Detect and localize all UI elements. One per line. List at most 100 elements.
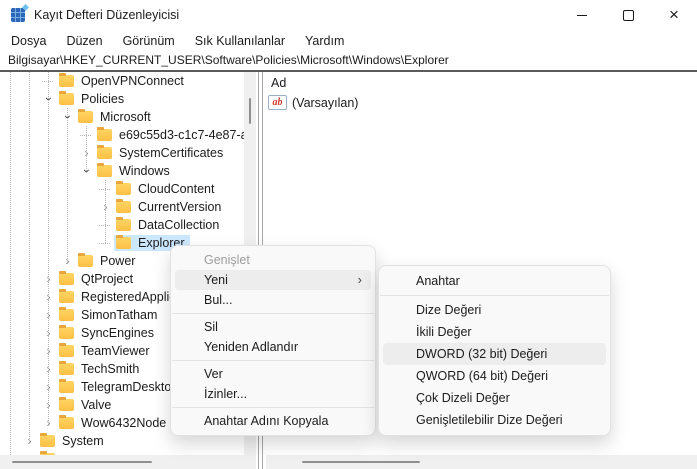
column-header-name[interactable]: Ad [266,72,697,93]
menu-item-label: Genişlet [204,253,250,267]
menu-separator [380,295,609,296]
tree-item-policies[interactable]: Policies [0,90,244,108]
window-title: Kayıt Defteri Düzenleyicisi [34,8,179,22]
tree-item-currentversion[interactable]: CurrentVersion [0,198,244,216]
tree-item-cloudcontent[interactable]: CloudContent [0,180,244,198]
menu-item-label: Bul... [204,293,233,307]
context-menu-item-sil[interactable]: Sil [175,317,371,337]
context-menu-item-yeni[interactable]: Yeni [175,270,371,290]
tree-item-label: DataCollection [136,218,221,232]
menubar-item-gorunum[interactable]: Görünüm [113,32,185,50]
regedit-window: Kayıt Defteri Düzenleyicisi DosyaDüzenGö… [0,0,697,469]
menubar-item-duzen[interactable]: Düzen [56,32,112,50]
folder-icon [59,93,74,105]
submenu-item-dword-32-bit-degeri[interactable]: DWORD (32 bit) Değeri [383,343,606,365]
menu-item-label: Ver [204,367,223,381]
tree-item-datacollection[interactable]: DataCollection [0,216,244,234]
tree-item-label: OpenVPNConnect [79,74,186,88]
submenu-item-ikili-deger[interactable]: İkili Değer [383,321,606,343]
tree-item-label: CurrentVersion [136,200,223,214]
tree-item-label: SimonTatham [79,308,159,322]
tree-item-label: Power [98,254,137,268]
folder-icon [59,345,74,357]
maximize-button[interactable] [605,0,651,30]
window-controls [559,0,697,30]
close-button[interactable] [651,0,697,30]
new-submenu: Anahtar Dize Değeri İkili Değer DWORD (3… [378,265,611,436]
tree-item-openvpnconnect[interactable]: OpenVPNConnect [0,72,244,90]
menu-item-label: DWORD (32 bit) Değeri [416,347,547,361]
tree-horizontal-scrollbar-thumb[interactable] [12,461,152,463]
tree-item-microsoft[interactable]: Microsoft [0,108,244,126]
context-menu-item-ver[interactable]: Ver [175,364,371,384]
context-menu: Genişlet Yeni Bul... Sil Yeniden Adlandı… [170,245,376,436]
folder-icon [116,237,131,249]
menu-item-label: Dize Değeri [416,303,481,317]
minimize-button[interactable] [559,0,605,30]
folder-icon [59,327,74,339]
menubar-item-sik-kullanilanlar[interactable]: Sık Kullanılanlar [185,32,295,50]
menu-item-label: Anahtar [416,274,460,288]
address-path: Bilgisayar\HKEY_CURRENT_USER\Software\Po… [8,53,449,67]
folder-icon [116,201,131,213]
submenu-item-cok-dizeli-deger[interactable]: Çok Dizeli Değer [383,387,606,409]
tree-connector-line [67,108,68,261]
menu-item-label: İkili Değer [416,325,472,339]
folder-icon [116,183,131,195]
submenu-item-qword-64-bit-degeri[interactable]: QWORD (64 bit) Değeri [383,365,606,387]
folder-icon [78,255,93,267]
menu-item-label: Sil [204,320,218,334]
registry-value-row[interactable]: ab (Varsayılan) [268,95,697,110]
close-icon [669,6,679,25]
tree-item-label: QtProject [79,272,135,286]
folder-icon [40,435,55,447]
menu-item-label: Yeniden Adlandır [204,340,298,354]
folder-icon [97,129,112,141]
context-menu-item-bul[interactable]: Bul... [175,290,371,310]
menu-separator [172,407,374,408]
folder-icon [59,381,74,393]
tree-item-label: Wow6432Node [79,416,168,430]
tree-connector-line [105,180,106,243]
maximize-icon [623,10,634,21]
list-horizontal-scrollbar-thumb[interactable] [302,461,420,463]
folder-icon [59,75,74,87]
titlebar: Kayıt Defteri Düzenleyicisi [0,0,697,30]
tree-item-label: TelegramDesktop [79,380,180,394]
tree-item-label: TeamViewer [79,344,152,358]
context-menu-item-anahtar-adini-kopyala[interactable]: Anahtar Adını Kopyala [175,411,371,431]
menu-item-label: Yeni [204,273,228,287]
tree-item-label: e69c55d3-c1c7-4e87-ac [117,128,244,142]
tree-item-label: Valve [79,398,113,412]
registry-editor-app-icon [11,8,25,22]
submenu-item-dize-degeri[interactable]: Dize Değeri [383,299,606,321]
tree-item-systemcertificates[interactable]: SystemCertificates [0,144,244,162]
address-bar[interactable]: Bilgisayar\HKEY_CURRENT_USER\Software\Po… [0,52,697,72]
context-menu-item-izinler[interactable]: İzinler... [175,384,371,404]
menu-item-label: İzinler... [204,387,247,401]
folder-icon [59,273,74,285]
submenu-item-anahtar[interactable]: Anahtar [383,270,606,292]
tree-horizontal-scrollbar[interactable] [0,455,256,469]
tree-connector-line [48,72,49,423]
submenu-chevron-icon [358,270,362,290]
folder-icon [59,417,74,429]
menu-item-label: QWORD (64 bit) Değeri [416,369,548,383]
tree-item-label: SyncEngines [79,326,156,340]
menu-item-label: Anahtar Adını Kopyala [204,414,328,428]
tree-vertical-scrollbar-thumb[interactable] [249,98,251,124]
tree-item-e69c55d3-c1c7-4e87-ac[interactable]: e69c55d3-c1c7-4e87-ac [0,126,244,144]
submenu-item-genisletilebilir-dize-degeri[interactable]: Genişletilebilir Dize Değeri [383,409,606,431]
tree-item-label: Windows [117,164,172,178]
folder-icon [59,291,74,303]
menubar: DosyaDüzenGörünümSık KullanılanlarYardım [0,30,697,52]
tree-item-windows[interactable]: Windows [0,162,244,180]
list-horizontal-scrollbar[interactable] [266,455,697,469]
menu-separator [172,360,374,361]
menubar-item-dosya[interactable]: Dosya [1,32,56,50]
folder-icon [97,165,112,177]
folder-icon [97,147,112,159]
context-menu-item-yeniden-adlandir[interactable]: Yeniden Adlandır [175,337,371,357]
context-menu-item-genislet[interactable]: Genişlet [175,250,371,270]
menubar-item-yardim[interactable]: Yardım [295,32,354,50]
